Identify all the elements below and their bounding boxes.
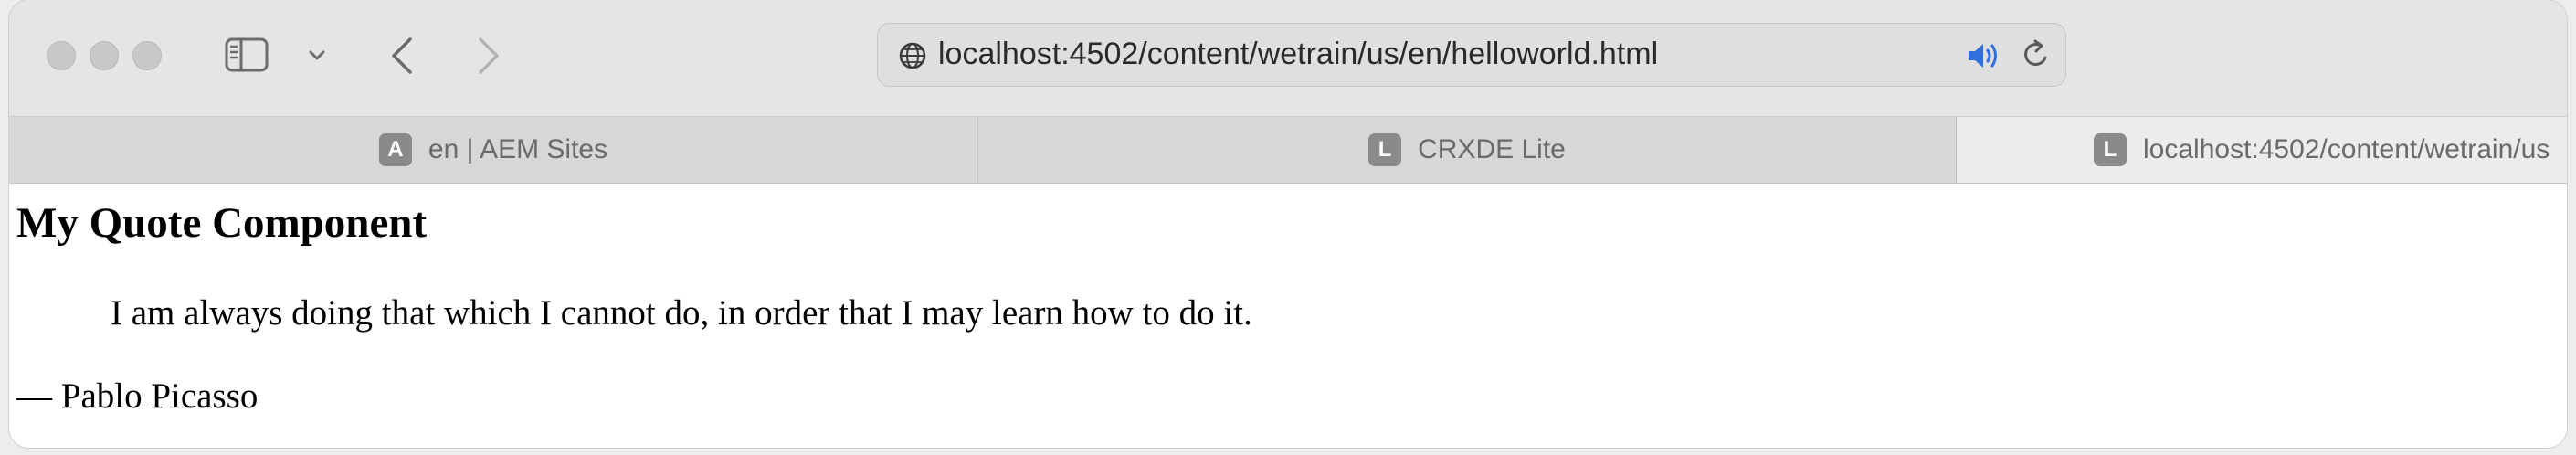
- speaker-icon[interactable]: [1965, 39, 2001, 72]
- minimize-window-button[interactable]: [90, 41, 119, 70]
- url-text[interactable]: localhost:4502/content/wetrain/us/en/hel…: [938, 37, 1658, 72]
- tab-bar: A en | AEM Sites L CRXDE Lite L localhos…: [9, 117, 2567, 184]
- crxde-favicon-icon: L: [1368, 133, 1402, 166]
- forward-icon: [479, 37, 499, 74]
- tab-crxde-lite[interactable]: L CRXDE Lite: [978, 117, 1957, 183]
- page-title: My Quote Component: [16, 199, 428, 247]
- tab-aem-sites[interactable]: A en | AEM Sites: [9, 117, 978, 183]
- zoom-window-button[interactable]: [132, 41, 162, 70]
- tab-label: en | AEM Sites: [428, 134, 608, 164]
- sidebar-menu-button[interactable]: [303, 42, 331, 69]
- sidebar-icon: [225, 37, 269, 72]
- page-content: My Quote Component I am always doing tha…: [9, 184, 2567, 448]
- back-icon: [392, 37, 412, 74]
- address-bar[interactable]: localhost:4502/content/wetrain/us/en/hel…: [877, 23, 2066, 87]
- reload-icon[interactable]: [2020, 37, 2053, 72]
- tab-label: localhost:4502/content/wetrain/us: [2143, 134, 2550, 164]
- quote-text: I am always doing that which I cannot do…: [111, 293, 1252, 333]
- localhost-favicon-icon: L: [2094, 133, 2127, 166]
- close-window-button[interactable]: [47, 41, 76, 70]
- aem-favicon-icon: A: [378, 133, 412, 166]
- browser-window: localhost:4502/content/wetrain/us/en/hel…: [9, 0, 2567, 448]
- tab-label: CRXDE Lite: [1418, 134, 1566, 164]
- tab-helloworld-active[interactable]: L localhost:4502/content/wetrain/us: [1957, 117, 2567, 183]
- forward-button[interactable]: [469, 33, 509, 79]
- globe-icon: [899, 42, 926, 69]
- browser-toolbar: localhost:4502/content/wetrain/us/en/hel…: [9, 0, 2567, 117]
- back-button[interactable]: [382, 33, 422, 79]
- sidebar-toggle-button[interactable]: [225, 37, 269, 73]
- chevron-down-icon: [309, 50, 325, 60]
- quote-author: — Pablo Picasso: [16, 376, 259, 416]
